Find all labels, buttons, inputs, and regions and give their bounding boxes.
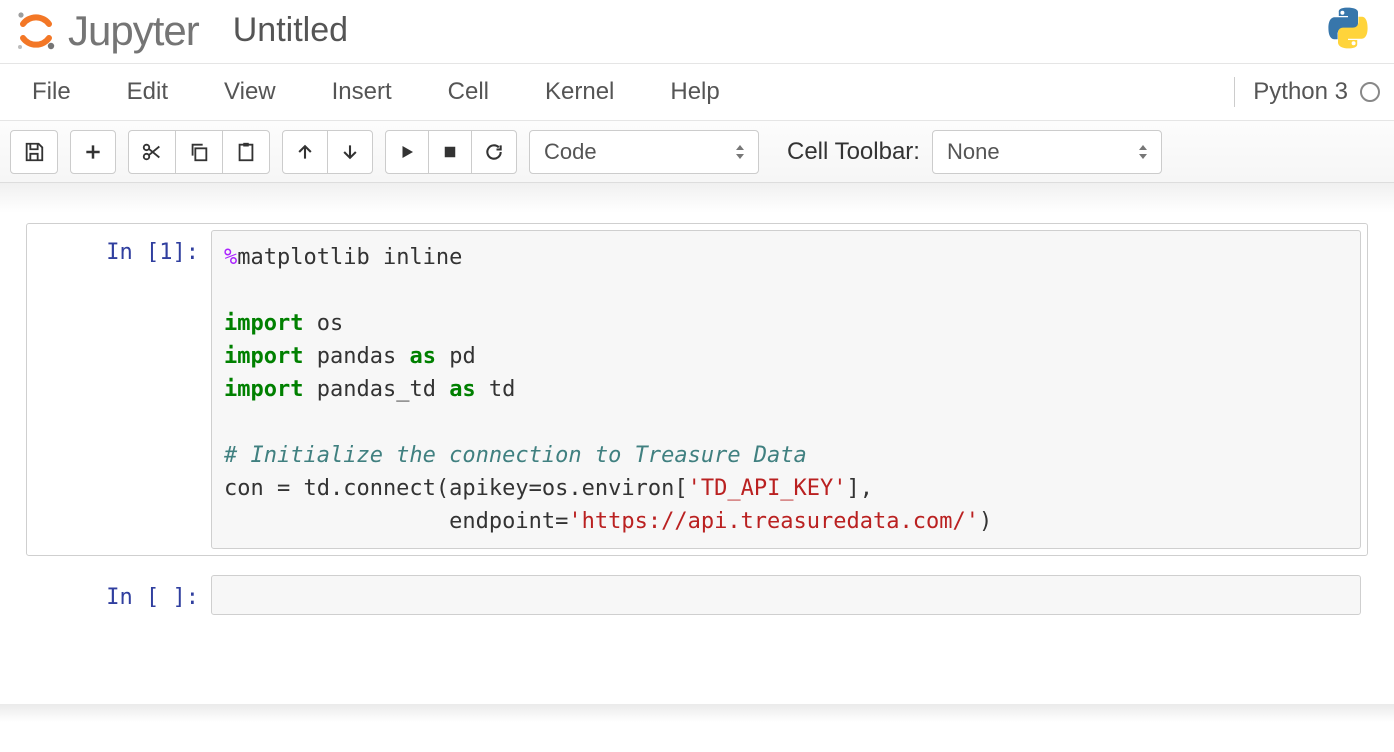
run-button[interactable] xyxy=(385,130,429,174)
kernel-indicator: Python 3 xyxy=(1234,77,1380,107)
toolbar: Code Cell Toolbar: None xyxy=(0,121,1394,183)
interrupt-button[interactable] xyxy=(428,130,472,174)
header: Jupyter Untitled xyxy=(0,0,1394,63)
scissors-icon xyxy=(141,141,163,163)
copy-icon xyxy=(188,141,210,163)
code-input[interactable]: %matplotlib inline import os import pand… xyxy=(211,230,1361,549)
save-icon xyxy=(23,141,45,163)
cell-prompt: In [ ]: xyxy=(33,575,211,615)
menu-view[interactable]: View xyxy=(196,66,304,118)
plus-icon xyxy=(83,142,103,162)
jupyter-logo[interactable]: Jupyter xyxy=(14,7,199,55)
paste-button[interactable] xyxy=(222,130,270,174)
cell-toolbar-select[interactable]: None xyxy=(932,130,1162,174)
paste-icon xyxy=(235,141,257,163)
kernel-name: Python 3 xyxy=(1253,78,1348,106)
code-input[interactable] xyxy=(211,575,1361,615)
jupyter-brand-text: Jupyter xyxy=(68,7,199,55)
notebook-title[interactable]: Untitled xyxy=(233,11,348,50)
menu-cell[interactable]: Cell xyxy=(420,66,517,118)
menu-help[interactable]: Help xyxy=(642,66,747,118)
restart-button[interactable] xyxy=(471,130,517,174)
bottom-shadow xyxy=(0,704,1394,722)
arrow-up-icon xyxy=(295,142,315,162)
python-icon xyxy=(1326,6,1370,50)
arrow-down-icon xyxy=(340,142,360,162)
move-down-button[interactable] xyxy=(327,130,373,174)
move-up-button[interactable] xyxy=(282,130,328,174)
menu-insert[interactable]: Insert xyxy=(304,66,420,118)
stop-icon xyxy=(441,143,459,161)
jupyter-icon xyxy=(14,9,58,53)
save-button[interactable] xyxy=(10,130,58,174)
menu-kernel[interactable]: Kernel xyxy=(517,66,642,118)
cell-toolbar-label: Cell Toolbar: xyxy=(787,138,920,166)
menu-bar: File Edit View Insert Cell Kernel Help P… xyxy=(0,63,1394,121)
notebook-area: In [1]: %matplotlib inline import os imp… xyxy=(0,183,1394,674)
cell-prompt: In [1]: xyxy=(33,230,211,549)
menu-file[interactable]: File xyxy=(14,66,99,118)
code-cell[interactable]: In [ ]: xyxy=(26,568,1368,622)
refresh-icon xyxy=(484,142,504,162)
play-icon xyxy=(398,143,416,161)
cell-type-select[interactable]: Code xyxy=(529,130,759,174)
kernel-idle-icon xyxy=(1360,82,1380,102)
copy-button[interactable] xyxy=(175,130,223,174)
insert-cell-below-button[interactable] xyxy=(70,130,116,174)
kernel-logo-container xyxy=(1326,6,1380,55)
menu-edit[interactable]: Edit xyxy=(99,66,196,118)
code-cell[interactable]: In [1]: %matplotlib inline import os imp… xyxy=(26,223,1368,556)
cut-button[interactable] xyxy=(128,130,176,174)
